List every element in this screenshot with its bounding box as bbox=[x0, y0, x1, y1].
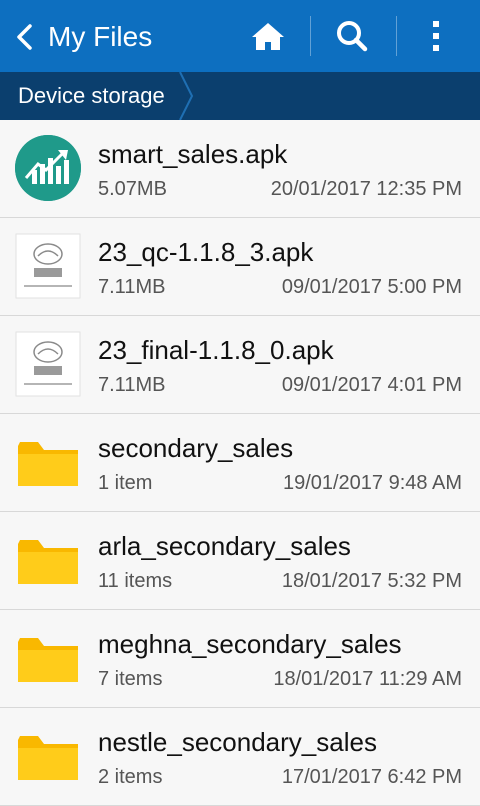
file-size: 7.11MB bbox=[98, 276, 166, 298]
file-size: 7.11MB bbox=[98, 374, 166, 396]
folder-icon bbox=[18, 540, 78, 584]
folder-name: secondary_sales bbox=[98, 433, 294, 463]
search-icon[interactable] bbox=[330, 14, 374, 58]
breadcrumb: Device storage bbox=[0, 72, 480, 120]
file-name: 23_final-1.1.8_0.apk bbox=[98, 335, 334, 365]
toolbar-divider bbox=[396, 16, 397, 56]
item-count: 1 item bbox=[98, 472, 153, 494]
file-list: smart_sales.apk 5.07MB 20/01/2017 12:35 … bbox=[0, 120, 480, 806]
list-item[interactable]: 23_qc-1.1.8_3.apk 7.11MB 09/01/2017 5:00… bbox=[0, 218, 480, 316]
file-date: 09/01/2017 5:00 PM bbox=[281, 276, 462, 298]
item-count: 7 items bbox=[98, 668, 163, 690]
list-item[interactable]: 23_final-1.1.8_0.apk 7.11MB 09/01/2017 4… bbox=[0, 316, 480, 414]
list-item[interactable]: meghna_secondary_sales 7 items 18/01/201… bbox=[0, 610, 480, 708]
list-item[interactable]: nestle_secondary_sales 2 items 17/01/201… bbox=[0, 708, 480, 806]
more-options-icon[interactable] bbox=[414, 14, 458, 58]
folder-date: 18/01/2017 11:29 AM bbox=[273, 668, 462, 690]
folder-icon bbox=[18, 638, 78, 682]
folder-name: arla_secondary_sales bbox=[98, 531, 351, 561]
file-date: 20/01/2017 12:35 PM bbox=[270, 178, 462, 200]
smart-sales-app-icon bbox=[15, 135, 81, 201]
list-item[interactable]: smart_sales.apk 5.07MB 20/01/2017 12:35 … bbox=[0, 120, 480, 218]
breadcrumb-label: Device storage bbox=[18, 83, 165, 108]
folder-name: meghna_secondary_sales bbox=[98, 629, 402, 659]
folder-date: 18/01/2017 5:32 PM bbox=[281, 570, 462, 592]
file-name: smart_sales.apk bbox=[98, 139, 288, 169]
item-count: 11 items bbox=[98, 570, 173, 592]
home-icon[interactable] bbox=[246, 14, 290, 58]
folder-name: nestle_secondary_sales bbox=[98, 727, 377, 757]
page-title: My Files bbox=[48, 21, 153, 52]
folder-icon bbox=[18, 736, 78, 780]
nestle-app-icon bbox=[15, 331, 81, 397]
toolbar-divider bbox=[310, 16, 311, 56]
back-arrow-icon[interactable] bbox=[10, 20, 40, 54]
folder-date: 17/01/2017 6:42 PM bbox=[281, 766, 462, 788]
nestle-app-icon bbox=[15, 233, 81, 299]
item-count: 2 items bbox=[98, 766, 163, 788]
app-bar: My Files bbox=[0, 0, 480, 72]
folder-date: 19/01/2017 9:48 AM bbox=[282, 472, 462, 494]
file-size: 5.07MB bbox=[98, 178, 167, 200]
file-name: 23_qc-1.1.8_3.apk bbox=[98, 237, 314, 267]
folder-icon bbox=[18, 442, 78, 486]
file-date: 09/01/2017 4:01 PM bbox=[281, 374, 462, 396]
list-item[interactable]: arla_secondary_sales 11 items 18/01/2017… bbox=[0, 512, 480, 610]
list-item[interactable]: secondary_sales 1 item 19/01/2017 9:48 A… bbox=[0, 414, 480, 512]
